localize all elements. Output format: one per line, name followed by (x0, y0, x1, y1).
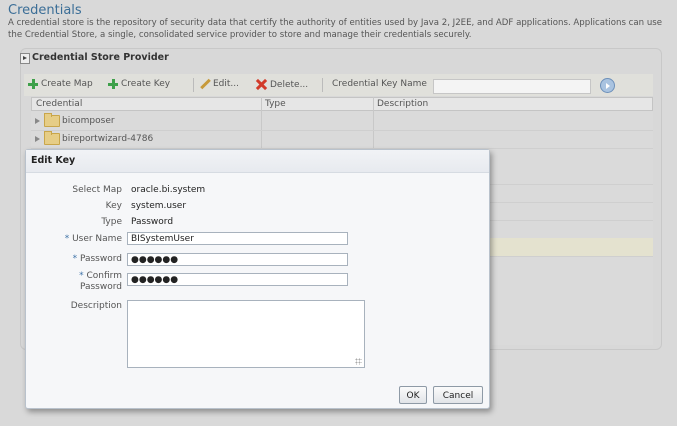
ok-button[interactable]: OK (399, 386, 427, 404)
description-label: Description (70, 301, 122, 311)
create-map-label: Create Map (41, 79, 93, 89)
delete-x-icon (256, 79, 267, 90)
create-key-button[interactable]: Create Key (108, 79, 170, 89)
required-star: * (64, 234, 73, 244)
expand-triangle-icon[interactable] (35, 136, 40, 142)
edit-button[interactable]: Edit... (200, 79, 239, 89)
dialog-title: Edit Key (31, 155, 76, 166)
expand-triangle-icon[interactable] (35, 118, 40, 124)
page-title: Credentials (8, 3, 82, 18)
folder-icon (44, 113, 60, 127)
plus-icon (28, 79, 38, 89)
credential-key-name-input[interactable] (433, 79, 591, 94)
toolbar-separator (322, 78, 323, 92)
password-label-text: Password (79, 254, 122, 264)
cancel-button[interactable]: Cancel (433, 386, 483, 404)
resize-grip-icon[interactable] (355, 358, 362, 365)
key-value: system.user (131, 201, 187, 211)
key-label: Key (105, 201, 122, 211)
type-label: Type (101, 217, 122, 227)
dialog-header: Edit Key (26, 150, 489, 173)
select-map-label: Select Map (72, 185, 122, 195)
table-row[interactable]: bireportwizard-4786 (31, 130, 653, 149)
credential-name: bicomposer (62, 116, 115, 126)
panel-title: Credential Store Provider (32, 52, 169, 63)
required-star: * (72, 254, 80, 264)
go-arrow-icon[interactable] (600, 78, 615, 93)
description-textarea[interactable] (127, 300, 365, 368)
table-row[interactable]: bicomposer (31, 112, 653, 131)
select-map-value: oracle.bi.system (131, 185, 206, 195)
confirm-password-label: * Confirm Password (26, 271, 122, 293)
user-name-label: * User Name (26, 234, 122, 244)
table-header: Credential Type Description (31, 97, 653, 111)
pencil-icon (200, 79, 210, 89)
confirm-password-field[interactable]: ●●●●●● (127, 273, 348, 286)
delete-label: Delete... (270, 79, 309, 90)
page-intro: A credential store is the repository of … (8, 18, 663, 40)
edit-label: Edit... (213, 79, 240, 89)
confirm-label-text-2: Password (79, 282, 122, 292)
toolbar-separator (193, 78, 194, 92)
user-name-field[interactable]: BISystemUser (127, 232, 348, 245)
plus-icon (108, 79, 118, 89)
required-star: * (79, 271, 87, 281)
credential-key-name-label: Credential Key Name (332, 79, 427, 89)
column-header-type[interactable]: Type (265, 99, 286, 109)
create-key-label: Create Key (121, 79, 171, 89)
column-header-description[interactable]: Description (377, 99, 428, 109)
create-map-button[interactable]: Create Map (28, 79, 93, 89)
panel-header[interactable]: Credential Store Provider (20, 52, 169, 64)
column-header-credential[interactable]: Credential (36, 99, 82, 109)
type-value: Password (131, 217, 174, 227)
password-label: * Password (26, 254, 122, 264)
user-name-label-text: User Name (72, 234, 122, 244)
confirm-label-text: Confirm (86, 271, 122, 281)
delete-button[interactable]: Delete... (256, 79, 308, 90)
credential-name: bireportwizard-4786 (62, 134, 154, 144)
folder-icon (44, 131, 60, 145)
password-field[interactable]: ●●●●●● (127, 253, 348, 266)
page-background: Credentials A credential store is the re… (0, 0, 677, 426)
edit-key-dialog: Edit Key Select Map oracle.bi.system Key… (25, 149, 490, 409)
collapse-icon[interactable] (20, 53, 30, 64)
